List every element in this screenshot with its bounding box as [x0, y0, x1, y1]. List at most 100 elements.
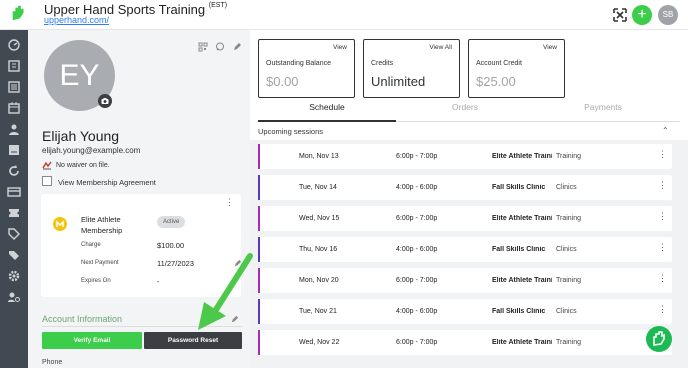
- more-options-icon[interactable]: ⋮: [658, 305, 667, 314]
- account-credit-card: View Account Credit $25.00: [468, 39, 565, 98]
- qr-code-icon[interactable]: [198, 42, 208, 52]
- session-type: Training: [556, 339, 582, 346]
- session-row[interactable]: Wed, Nov 15 6:00p - 7:00p Elite Athlete …: [258, 206, 672, 231]
- session-time: 4:00p - 6:00p: [396, 308, 438, 315]
- session-event: Fall Skills Clinic: [492, 184, 546, 191]
- card-value: $25.00: [476, 74, 516, 89]
- sidebar: [0, 30, 28, 368]
- view-all-credits-link[interactable]: View All: [429, 44, 452, 51]
- credit-card-icon[interactable]: [7, 185, 21, 199]
- dashboard-icon[interactable]: [7, 38, 21, 52]
- session-time: 6:00p - 7:00p: [396, 215, 438, 222]
- more-options-icon[interactable]: ⋮: [658, 181, 667, 190]
- session-event: Elite Athlete Training: [492, 215, 552, 222]
- business-url-link[interactable]: upperhand.com/: [44, 15, 109, 25]
- agreement-checkbox[interactable]: [42, 176, 52, 186]
- session-type: Clinics: [556, 184, 577, 191]
- session-date: Wed, Nov 22: [299, 339, 340, 346]
- session-color-bar: [258, 175, 260, 200]
- session-date: Tue, Nov 21: [299, 308, 337, 315]
- session-event: Fall Skills Clinic: [492, 246, 546, 253]
- session-event: Elite Athlete Training: [492, 153, 552, 160]
- expires-on-label: Expires On: [81, 278, 111, 284]
- top-bar: Upper Hand Sports Training (EST) upperha…: [0, 0, 688, 30]
- card-title: Account Credit: [476, 60, 522, 67]
- session-row[interactable]: Tue, Nov 21 4:00p - 6:00p Fall Skills Cl…: [258, 299, 672, 324]
- session-time: 6:00p - 7:00p: [396, 339, 438, 346]
- expires-on-value: -: [157, 277, 160, 286]
- session-row[interactable]: Mon, Nov 13 6:00p - 7:00p Elite Athlete …: [258, 144, 672, 169]
- settings-icon[interactable]: [7, 269, 21, 283]
- chevron-up-icon[interactable]: ⌃: [662, 126, 669, 135]
- client-name: Elijah Young: [42, 128, 120, 144]
- more-options-icon[interactable]: ⋮: [658, 274, 667, 283]
- session-row[interactable]: Thu, Nov 16 4:00p - 6:00p Fall Skills Cl…: [258, 237, 672, 262]
- message-icon[interactable]: [215, 42, 225, 52]
- session-type: Training: [556, 215, 582, 222]
- camera-icon[interactable]: [98, 94, 112, 108]
- next-payment-value: 11/27/2023: [157, 259, 194, 268]
- outstanding-balance-card: View Outstanding Balance $0.00: [258, 39, 355, 98]
- users-icon[interactable]: [7, 122, 21, 136]
- card-title: Credits: [371, 60, 394, 67]
- phone-label: Phone: [42, 359, 63, 366]
- session-time: 6:00p - 7:00p: [396, 277, 438, 284]
- membership-more-icon[interactable]: ⋮: [225, 198, 234, 207]
- user-settings-icon[interactable]: [7, 290, 21, 304]
- hand-logo-icon: [653, 331, 665, 346]
- calendar-icon[interactable]: [7, 101, 21, 115]
- upper-hand-logo-icon[interactable]: [10, 4, 28, 22]
- tags-icon[interactable]: [7, 248, 21, 262]
- membership-name: Elite Athlete Membership: [81, 215, 123, 235]
- session-color-bar: [258, 206, 260, 231]
- tab-schedule[interactable]: Schedule: [258, 102, 396, 112]
- session-event: Elite Athlete Training: [492, 339, 552, 346]
- edit-profile-icon[interactable]: [232, 42, 242, 52]
- user-avatar[interactable]: SB: [658, 5, 678, 25]
- charge-label: Charge: [81, 242, 101, 248]
- credits-card: View All Credits Unlimited: [363, 39, 460, 98]
- more-options-icon[interactable]: ⋮: [658, 150, 667, 159]
- refresh-icon[interactable]: [7, 164, 21, 178]
- session-type: Clinics: [556, 246, 577, 253]
- view-balance-link[interactable]: View: [333, 44, 347, 51]
- charge-value: $100.00: [157, 241, 185, 250]
- session-time: 4:00p - 6:00p: [396, 184, 438, 191]
- session-event: Elite Athlete Training: [492, 277, 552, 284]
- next-payment-label: Next Payment: [81, 260, 119, 266]
- session-event: Fall Skills Clinic: [492, 308, 546, 315]
- view-credit-link[interactable]: View: [543, 44, 557, 51]
- session-type: Clinics: [556, 308, 577, 315]
- more-options-icon[interactable]: ⋮: [658, 243, 667, 252]
- session-row[interactable]: Wed, Nov 22 6:00p - 7:00p Elite Athlete …: [258, 330, 672, 355]
- verify-email-button[interactable]: Verify Email: [42, 332, 142, 349]
- expand-icon[interactable]: [610, 5, 630, 25]
- book-icon[interactable]: [7, 59, 21, 73]
- reports-icon[interactable]: [7, 143, 21, 157]
- view-membership-agreement-link[interactable]: View Membership Agreement: [58, 178, 156, 187]
- tag-icon[interactable]: [7, 227, 21, 241]
- session-row[interactable]: Tue, Nov 14 4:00p - 6:00p Fall Skills Cl…: [258, 175, 672, 200]
- session-type: Training: [556, 153, 582, 160]
- annotation-arrow: [198, 253, 253, 330]
- session-row[interactable]: Mon, Nov 20 6:00p - 7:00p Elite Athlete …: [258, 268, 672, 293]
- session-date: Mon, Nov 13: [299, 153, 339, 160]
- client-email: elijah.young@example.com: [42, 146, 141, 155]
- more-options-icon[interactable]: ⋮: [658, 212, 667, 221]
- help-button[interactable]: [646, 326, 672, 352]
- main-panel: View Outstanding Balance $0.00 View All …: [250, 30, 688, 368]
- waiver-icon: [42, 161, 52, 170]
- session-date: Thu, Nov 16: [299, 246, 338, 253]
- card-value: $0.00: [266, 74, 299, 89]
- session-time: 4:00p - 6:00p: [396, 246, 438, 253]
- ticket-icon[interactable]: [7, 206, 21, 220]
- session-date: Mon, Nov 20: [299, 277, 339, 284]
- session-color-bar: [258, 144, 260, 169]
- list-icon[interactable]: [7, 80, 21, 94]
- session-date: Tue, Nov 14: [299, 184, 337, 191]
- session-date: Wed, Nov 15: [299, 215, 340, 222]
- membership-status-badge: Active: [157, 216, 186, 228]
- add-button[interactable]: +: [632, 5, 652, 25]
- tab-orders[interactable]: Orders: [396, 102, 534, 112]
- tab-payments[interactable]: Payments: [534, 102, 672, 112]
